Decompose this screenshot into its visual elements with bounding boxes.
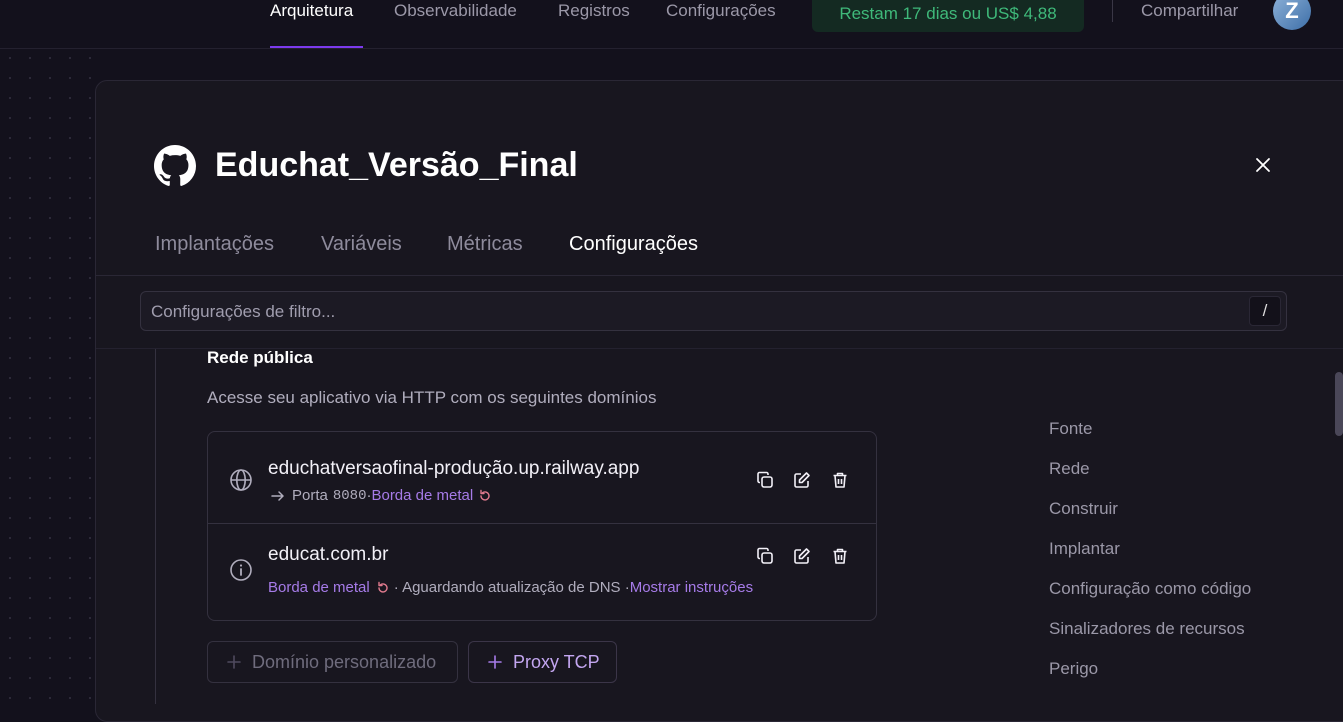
scrollbar-thumb[interactable]: [1335, 372, 1343, 436]
tab-deployments[interactable]: Implantações: [155, 233, 274, 256]
arrow-right-icon: [271, 490, 284, 501]
plus-icon: [227, 655, 241, 669]
metal-edge-link[interactable]: Borda de metal: [268, 579, 370, 596]
tabs-divider: [96, 275, 1343, 276]
filter-input[interactable]: [149, 292, 1233, 332]
dns-status: · Aguardando atualização de DNS ·: [393, 579, 630, 596]
active-nav-indicator: [270, 46, 363, 48]
nav-architecture[interactable]: Arquitetura: [270, 0, 353, 22]
trash-icon[interactable]: [831, 547, 849, 565]
tcp-proxy-label: Proxy TCP: [513, 651, 600, 672]
globe-icon: [230, 469, 252, 491]
avatar[interactable]: Z: [1273, 0, 1311, 30]
custom-domain-label: Domínio personalizado: [252, 651, 437, 672]
copy-icon[interactable]: [756, 471, 774, 489]
service-title: Educhat_Versão_Final: [215, 146, 578, 184]
top-navigation: Arquitetura Observabilidade Registros Co…: [0, 0, 1343, 49]
port-label: Porta: [292, 487, 328, 504]
side-nav-build[interactable]: Construir: [1049, 499, 1118, 519]
section-description: Acesse seu aplicativo via HTTP com os se…: [207, 388, 657, 407]
filter-field: /: [140, 291, 1287, 332]
refresh-icon[interactable]: [376, 581, 390, 595]
share-button[interactable]: Compartilhar: [1141, 0, 1238, 22]
domain-meta: Borda de metal · Aguardando atualização …: [268, 579, 753, 596]
domain-meta: Porta 8080 · Borda de metal: [270, 487, 492, 504]
close-icon[interactable]: [1254, 156, 1272, 174]
domain-name[interactable]: educhatversaofinal-produção.up.railway.a…: [268, 458, 639, 480]
section-rule: [155, 349, 156, 704]
side-nav-deploy[interactable]: Implantar: [1049, 539, 1120, 559]
tab-settings[interactable]: Configurações: [569, 233, 698, 256]
github-icon: [154, 145, 196, 186]
nav-settings[interactable]: Configurações: [666, 0, 776, 22]
row-divider: [208, 523, 876, 524]
trial-badge[interactable]: Restam 17 dias ou US$ 4,88: [812, 0, 1084, 32]
dotted-background: [0, 48, 100, 704]
avatar-letter: Z: [1285, 0, 1299, 23]
plus-icon: [488, 655, 502, 669]
section-title: Rede pública: [207, 348, 313, 367]
nav-divider: [1112, 0, 1113, 22]
shortcut-key: /: [1249, 296, 1281, 326]
tab-variables[interactable]: Variáveis: [321, 233, 402, 256]
domain-name[interactable]: educat.com.br: [268, 544, 388, 566]
trial-badge-text: Restam 17 dias ou US$ 4,88: [839, 4, 1057, 23]
side-nav-feature-flags[interactable]: Sinalizadores de recursos: [1049, 619, 1245, 639]
side-nav-source[interactable]: Fonte: [1049, 419, 1092, 439]
edit-icon[interactable]: [793, 471, 811, 489]
nav-observability[interactable]: Observabilidade: [394, 0, 517, 22]
tcp-proxy-button[interactable]: Proxy TCP: [468, 641, 617, 683]
copy-icon[interactable]: [756, 547, 774, 565]
side-nav-config-as-code[interactable]: Configuração como código: [1049, 579, 1251, 599]
refresh-icon[interactable]: [478, 489, 492, 503]
side-nav-network[interactable]: Rede: [1049, 459, 1090, 479]
domains-list: educhatversaofinal-produção.up.railway.a…: [207, 431, 877, 621]
show-instructions-link[interactable]: Mostrar instruções: [630, 579, 753, 596]
info-icon: [230, 559, 252, 581]
custom-domain-button[interactable]: Domínio personalizado: [207, 641, 458, 683]
port-value: 8080: [332, 487, 367, 504]
side-nav-danger[interactable]: Perigo: [1049, 659, 1098, 679]
edit-icon[interactable]: [793, 547, 811, 565]
metal-edge-link[interactable]: Borda de metal: [371, 487, 473, 504]
tab-metrics[interactable]: Métricas: [447, 233, 523, 256]
nav-logs[interactable]: Registros: [558, 0, 630, 22]
trash-icon[interactable]: [831, 471, 849, 489]
